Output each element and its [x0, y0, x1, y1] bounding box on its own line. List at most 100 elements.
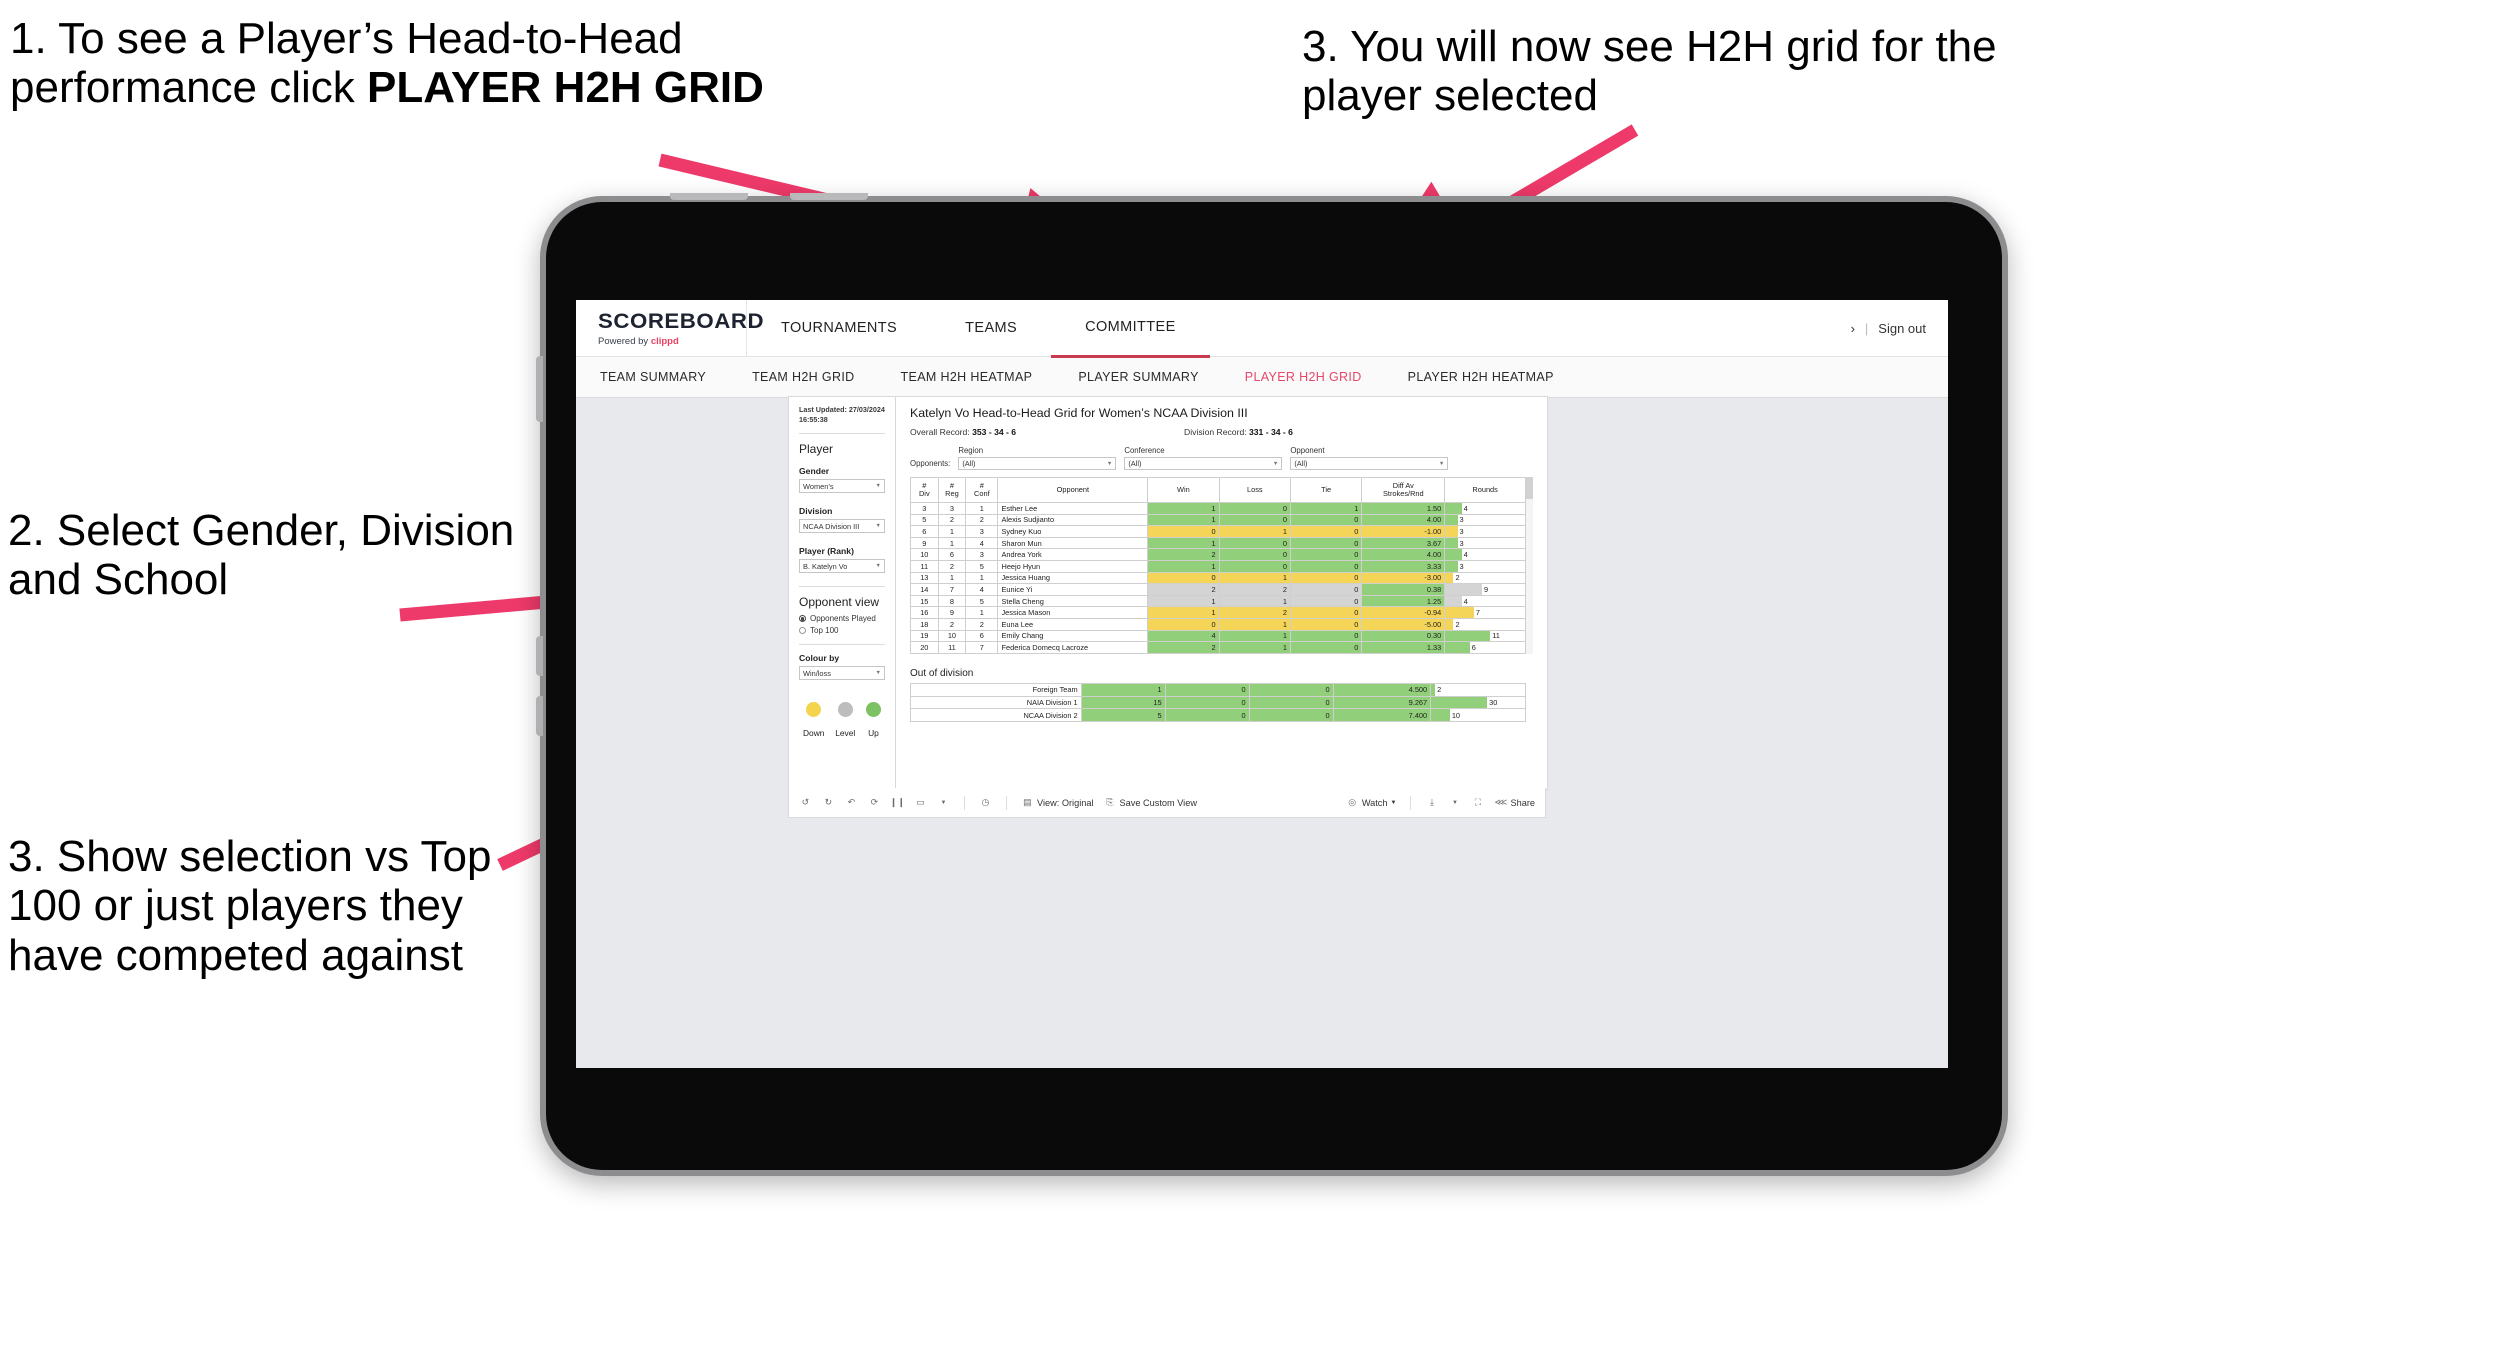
radio-opponents-played[interactable]: Opponents Played	[799, 614, 885, 623]
out-of-division-table: Foreign Team 1 0 0 4.500 2 NAIA Division 1 15 0 0…	[910, 682, 1526, 723]
watch-button[interactable]: ◎ Watch ▼	[1346, 796, 1396, 809]
rounds-value: 11	[1492, 631, 1500, 641]
download-icon[interactable]: ⤓	[1425, 796, 1438, 809]
chevron-down-icon[interactable]: ▼	[1448, 796, 1461, 809]
colour-by-select[interactable]: Win/loss ▼	[799, 666, 885, 681]
table-row[interactable]: 11 2 5 Heejo Hyun 1 0 0 3.33 3	[910, 559, 1526, 573]
sub-nav-tab-team-summary[interactable]: TEAM SUMMARY	[600, 370, 706, 384]
sub-nav-tab-team-h2h-grid[interactable]: TEAM H2H GRID	[752, 370, 854, 384]
region-select[interactable]: (All) ▼	[958, 457, 1117, 470]
top-nav-item-teams[interactable]: TEAMS	[931, 300, 1051, 356]
opponent-label: Opponent	[1290, 446, 1325, 455]
column-header-win[interactable]: Win	[1147, 477, 1220, 503]
table-cell: Sydney Kuo	[997, 525, 1149, 538]
sub-nav-tab-player-summary[interactable]: PLAYER SUMMARY	[1078, 370, 1198, 384]
colour-by-label: Colour by	[799, 653, 840, 664]
table-row[interactable]: 18 2 2 Euna Lee 0 1 0 -5.00 2	[910, 617, 1526, 631]
rounds-bar-cell: 3	[1444, 513, 1526, 527]
redo-icon[interactable]: ↻	[822, 796, 835, 809]
opponent-select[interactable]: (All) ▼	[1290, 457, 1449, 470]
brand-logo[interactable]: SCOREBOARD Powered by clippd	[576, 300, 764, 356]
view-original-button[interactable]: ▤ View: Original	[1021, 796, 1093, 809]
table-row[interactable]: 6 1 3 Sydney Kuo 0 1 0 -1.00 3	[910, 525, 1526, 538]
gender-label: Gender	[799, 466, 830, 477]
column-header-reg[interactable]: # Reg	[937, 477, 967, 503]
table-row[interactable]: 5 2 2 Alexis Sudjianto 1 0 0 4.00 3	[910, 513, 1526, 527]
revert-icon[interactable]: ↶	[845, 796, 858, 809]
column-header-loss[interactable]: Loss	[1218, 477, 1291, 503]
device-layout-icon[interactable]: ▭	[914, 796, 927, 809]
radio-icon-selected	[799, 615, 806, 623]
table-cell: 0	[1248, 708, 1334, 723]
column-header-opponent[interactable]: Opponent	[997, 477, 1149, 503]
table-cell: 2	[965, 513, 999, 527]
top-nav-item-tournaments[interactable]: TOURNAMENTS	[747, 300, 931, 356]
table-row[interactable]: 16 9 1 Jessica Mason 1 2 0 -0.94 7	[910, 606, 1526, 619]
gender-select[interactable]: Women’s ▼	[799, 479, 885, 494]
sub-nav-tab-player-h2h-grid[interactable]: PLAYER H2H GRID	[1245, 370, 1362, 384]
out-of-division-row[interactable]: NAIA Division 1 15 0 0 9.267 30	[910, 695, 1526, 710]
undo-icon[interactable]: ↺	[799, 796, 812, 809]
chevron-right-icon[interactable]: ›	[1851, 321, 1855, 336]
table-cell: 1	[1147, 559, 1220, 573]
table-cell: 11	[910, 559, 939, 573]
table-cell: 2	[1218, 606, 1291, 619]
brand-tagline-clippd: clippd	[650, 335, 679, 347]
sign-out-link[interactable]: Sign out	[1878, 321, 1926, 336]
top-nav-item-committee[interactable]: COMMITTEE	[1051, 300, 1210, 358]
table-cell: 4.500	[1332, 682, 1432, 697]
fullscreen-icon[interactable]: ⛶	[1471, 796, 1484, 809]
column-header-conf[interactable]: # Conf	[965, 477, 999, 503]
table-cell: 15	[1080, 695, 1166, 710]
out-of-division-row[interactable]: Foreign Team 1 0 0 4.500 2	[910, 682, 1526, 697]
share-button[interactable]: ⋘ Share	[1494, 796, 1535, 809]
table-row[interactable]: 3 3 1 Esther Lee 1 0 1 1.50 4	[910, 502, 1526, 515]
save-custom-view-button[interactable]: ⎘ Save Custom View	[1104, 796, 1197, 809]
viz-toolbar: ↺ ↻ ↶ ⟳ ❙❙ ▭ ▼ ◷ ▤ View: Original ⎘ Save…	[788, 788, 1546, 818]
table-row[interactable]: 14 7 4 Eunice Yi 2 2 0 0.38 9	[910, 583, 1526, 596]
column-header-diff-av-strokes-rnd[interactable]: Diff Av Strokes/Rnd	[1361, 477, 1446, 503]
table-cell: 0	[1164, 682, 1250, 697]
table-row[interactable]: 20 11 7 Federica Domecq Lacroze 2 1 0 1.33 6	[910, 641, 1526, 654]
clock-icon[interactable]: ◷	[979, 796, 992, 809]
division-select[interactable]: NCAA Division III ▼	[799, 519, 885, 534]
app-top-bar: SCOREBOARD Powered by clippd TOURNAMENTS…	[576, 300, 1948, 358]
rounds-bar-cell: 2	[1444, 617, 1526, 631]
column-header-tie[interactable]: Tie	[1289, 477, 1363, 503]
table-cell: -0.94	[1361, 606, 1446, 619]
scrollbar-thumb[interactable]	[1526, 477, 1533, 499]
rounds-value: 7	[1475, 608, 1480, 618]
pause-icon[interactable]: ❙❙	[890, 796, 905, 809]
rounds-bar	[1445, 515, 1458, 525]
sub-nav-tab-player-h2h-heatmap[interactable]: PLAYER H2H HEATMAP	[1408, 370, 1554, 384]
table-cell: 0	[1289, 641, 1363, 654]
sub-nav: TEAM SUMMARY TEAM H2H GRID TEAM H2H HEAT…	[576, 357, 1948, 398]
sub-nav-tab-team-h2h-heatmap[interactable]: TEAM H2H HEATMAP	[901, 370, 1033, 384]
rounds-value: 3	[1459, 526, 1464, 536]
table-cell: Jessica Huang	[997, 571, 1149, 585]
table-cell: 20	[910, 641, 939, 654]
device-volume-down-button	[536, 696, 543, 736]
column-header-rounds[interactable]: Rounds	[1444, 477, 1526, 503]
refresh-icon[interactable]: ⟳	[868, 796, 881, 809]
table-body: 3 3 1 Esther Lee 1 0 1 1.50 4 5 2 2 Alexis Sudjianto…	[910, 502, 1526, 654]
table-row[interactable]: 15 8 5 Stella Cheng 1 1 0 1.25 4	[910, 594, 1526, 608]
table-cell: 5	[965, 594, 999, 608]
table-row[interactable]: 10 6 3 Andrea York 2 0 0 4.00 4	[910, 548, 1526, 561]
table-cell: 0.38	[1361, 583, 1446, 596]
player-rank-select[interactable]: B. Katelyn Vo ▼	[799, 559, 885, 574]
table-row[interactable]: 13 1 1 Jessica Huang 0 1 0 -3.00 2	[910, 571, 1526, 585]
table-cell: Esther Lee	[997, 502, 1149, 515]
radio-top-100[interactable]: Top 100	[799, 626, 885, 635]
player-rank-value: B. Katelyn Vo	[803, 561, 848, 571]
table-row[interactable]: 19 10 6 Emily Chang 4 1 0 0.30 11	[910, 629, 1526, 643]
table-row[interactable]: 9 1 4 Sharon Mun 1 0 0 3.67 3	[910, 536, 1526, 550]
conference-select[interactable]: (All) ▼	[1124, 457, 1283, 470]
out-of-division-row[interactable]: NCAA Division 2 5 0 0 7.400 10	[910, 708, 1526, 723]
table-cell: 0	[1289, 548, 1363, 561]
table-scrollbar[interactable]	[1526, 477, 1533, 654]
table-cell: 4	[1147, 629, 1220, 643]
chevron-down-icon[interactable]: ▼	[937, 796, 950, 809]
column-header-div[interactable]: # Div	[910, 477, 939, 503]
table-cell: Heejo Hyun	[997, 559, 1149, 573]
